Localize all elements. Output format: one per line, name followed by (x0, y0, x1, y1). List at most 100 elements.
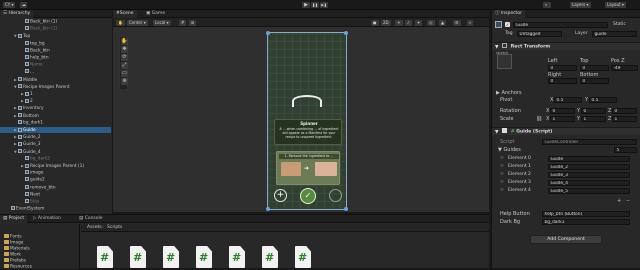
layers-dropdown[interactable]: Layers ▾ (570, 2, 591, 8)
pause-button[interactable]: ❚❚ (311, 2, 319, 8)
tab-scene[interactable]: #Scene (113, 10, 137, 18)
element-field[interactable]: Guide_2 (548, 164, 630, 170)
element-field[interactable]: Guide_4 (548, 180, 630, 186)
effects-icon[interactable]: ✦ (415, 19, 423, 26)
tab-project[interactable]: ▤ Project (0, 215, 28, 223)
hierarchy-item[interactable]: Skip (0, 199, 111, 205)
hand-tool-icon[interactable]: ✋ (116, 19, 125, 26)
pivot-dropdown[interactable]: Center ▾ (127, 19, 148, 26)
hierarchy-item[interactable]: help_btn (0, 55, 111, 61)
drag-handle-icon[interactable]: ≡ (500, 155, 504, 162)
help-button-field[interactable]: help_btn (Button) (542, 211, 630, 217)
hierarchy-item[interactable]: ▼ Recipe Images Parent (0, 84, 111, 90)
rect-handle-br[interactable] (344, 207, 348, 211)
hierarchy-item[interactable]: ▶ Guide (0, 127, 111, 133)
script-enabled-checkbox[interactable] (502, 128, 508, 133)
pivot-y-field[interactable]: 0.5 (589, 97, 617, 103)
hierarchy-item[interactable]: image (0, 170, 111, 176)
tab-game[interactable]: ▣ Game (143, 10, 168, 18)
scale-icon[interactable]: ⤢ (121, 62, 128, 69)
drag-handle-icon[interactable]: ≡ (500, 171, 504, 178)
rect-handle-bl[interactable] (266, 207, 270, 211)
hierarchy-item[interactable]: Back_btn (0, 47, 111, 54)
script-asset[interactable]: # (163, 246, 179, 268)
scale-y-field[interactable]: 1 (581, 116, 606, 122)
hierarchy-item[interactable]: ▶ Bottom (0, 113, 111, 119)
breadcrumb-scripts[interactable]: Scripts (107, 225, 122, 230)
mode-2d-button[interactable]: 2D (381, 19, 391, 26)
folder-item[interactable]: Fonts (4, 234, 22, 240)
hierarchy-item[interactable]: bg_dark2 (0, 155, 111, 162)
folder-item[interactable]: Image (4, 240, 23, 246)
rect-tool-icon[interactable]: ▭ (121, 70, 128, 77)
rotation-y-field[interactable]: 0 (581, 108, 606, 114)
hierarchy-item[interactable]: ▶ Guide_2 (0, 134, 111, 140)
hierarchy-item[interactable]: bg_dark1 (0, 119, 111, 126)
hierarchy-item[interactable]: guide2 (0, 177, 111, 183)
add-component-button[interactable]: Add Component (530, 235, 602, 244)
element-field[interactable]: Guide_3 (548, 172, 630, 178)
hierarchy-item[interactable]: ... (0, 69, 111, 75)
search-icon[interactable]: ⌕ (543, 2, 551, 8)
step-button[interactable]: ▶❚ (320, 2, 328, 8)
cloud-icon[interactable]: ☁ (20, 2, 27, 8)
bottom-field[interactable]: 0 (580, 78, 609, 84)
element-field[interactable]: Guide (548, 156, 630, 162)
hierarchy-item[interactable]: EventSystem (0, 206, 111, 212)
scale-x-field[interactable]: 1 (550, 116, 575, 122)
scale-z-field[interactable]: 1 (612, 116, 637, 122)
layer-dropdown[interactable]: guide (592, 31, 637, 37)
hierarchy-item[interactable]: Next (0, 191, 111, 198)
tab-hierarchy[interactable]: ☰ Hierarchy (0, 10, 34, 18)
anchor-preset-icon[interactable] (497, 54, 512, 69)
top-field[interactable]: 0 (580, 65, 609, 71)
folder-item[interactable]: Resources (4, 264, 32, 270)
camera-icon[interactable]: ▲ (439, 19, 447, 26)
tab-inspector[interactable]: ⓘ Inspector (492, 10, 525, 18)
hierarchy-item[interactable]: ▶ Recipe Images Parent (1) (0, 163, 111, 169)
tab-animation[interactable]: ▷ Animation (30, 215, 64, 223)
drag-handle-icon[interactable]: ≡ (500, 179, 504, 186)
hand-icon[interactable]: ✋ (121, 38, 128, 45)
constrain-scale-icon[interactable]: ⛓ (536, 116, 542, 122)
active-checkbox[interactable]: ✓ (505, 22, 510, 27)
script-asset[interactable]: # (229, 246, 245, 268)
layout-dropdown[interactable]: Layout ▾ (605, 2, 626, 8)
guide-script-header[interactable]: ▼ # Guide (Script) (492, 127, 640, 135)
hierarchy-item[interactable]: ▶ Inventory (0, 105, 111, 111)
shading-icon[interactable]: ● (371, 19, 379, 26)
hierarchy-item[interactable]: ▼ Top (0, 33, 111, 39)
tag-dropdown[interactable]: Untagged (517, 31, 562, 37)
pivot-x-field[interactable]: 0.5 (554, 97, 582, 103)
script-asset[interactable]: # (295, 246, 311, 268)
add-button[interactable]: + (274, 189, 287, 202)
folder-item[interactable]: Materials (4, 246, 30, 252)
script-asset[interactable]: # (130, 246, 146, 268)
hidden-objects-icon[interactable]: ◎ (427, 19, 435, 26)
script-asset[interactable]: # (262, 246, 278, 268)
hierarchy-item[interactable]: Back_btn (1) (0, 26, 111, 32)
rotate-icon[interactable]: ⟳ (121, 54, 128, 61)
hierarchy-item[interactable]: remove_btn (0, 184, 111, 191)
transform-icon[interactable]: ⊕ (121, 78, 128, 85)
game-canvas[interactable]: Spinner A ... when combining ... of ingr… (266, 31, 348, 211)
drag-handle-icon[interactable]: ≡ (500, 187, 504, 194)
hierarchy-item[interactable]: ▼ Guide_4 (0, 149, 111, 155)
hierarchy-item[interactable]: ▶ 1 (0, 91, 111, 97)
guides-count-field[interactable]: 5 (614, 147, 637, 153)
grid-snap-icon[interactable]: # (179, 19, 187, 26)
folder-item[interactable]: Prefabs (4, 258, 26, 264)
rotation-x-field[interactable]: 0 (550, 108, 575, 114)
account-button[interactable]: CY ▾ (3, 2, 16, 8)
mixer-icon[interactable] (329, 189, 342, 202)
dark-bg-field[interactable]: bg_dark1 (542, 219, 630, 225)
scene-search-icon[interactable]: ⌕ (467, 19, 474, 26)
object-name-field[interactable]: Guide (513, 22, 608, 28)
remove-element-icon[interactable]: − (626, 198, 630, 204)
hierarchy-item[interactable]: ▶ 2 (0, 98, 111, 104)
guides-foldout[interactable]: ▼ Guides (498, 147, 521, 153)
hierarchy-item[interactable]: top_bg (0, 40, 111, 47)
audio-icon[interactable]: ♪ (405, 19, 412, 26)
move-icon[interactable]: ✥ (121, 46, 128, 53)
drag-handle-icon[interactable]: ≡ (500, 163, 504, 170)
